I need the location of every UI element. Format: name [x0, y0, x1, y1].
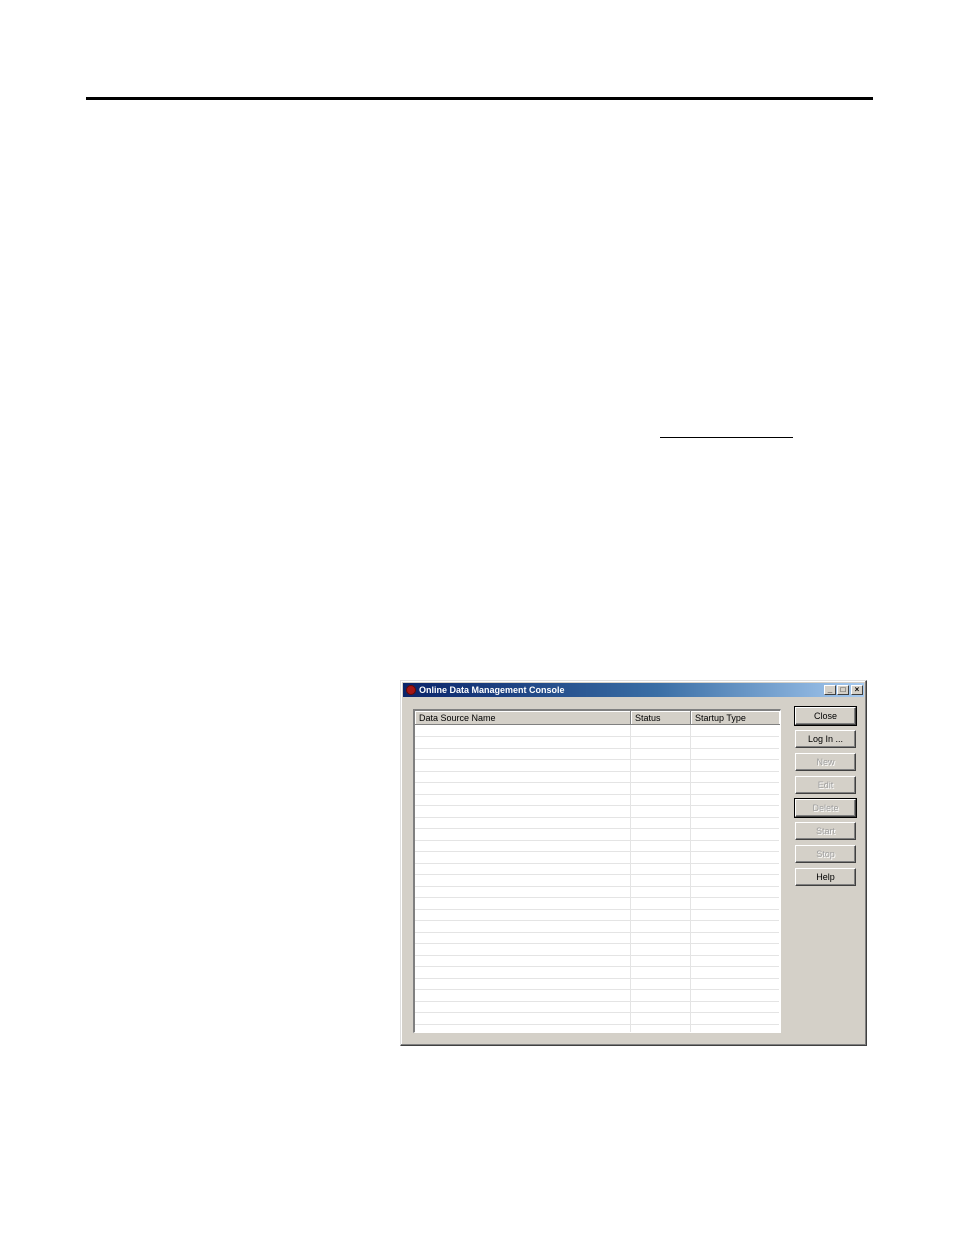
grid-row-line — [415, 862, 779, 864]
grid-row-line — [415, 770, 779, 772]
stop-button[interactable]: Stop — [795, 845, 856, 863]
grid-row-line — [415, 874, 779, 875]
data-source-list[interactable]: Data Source Name Status Startup Type — [413, 709, 781, 1033]
grid-row-line — [415, 736, 779, 737]
app-icon — [406, 685, 416, 695]
help-button[interactable]: Help — [795, 868, 856, 886]
grid-row-line — [415, 966, 779, 967]
list-header: Data Source Name Status Startup Type — [415, 711, 780, 725]
title-bar[interactable]: Online Data Management Console _ □ × — [403, 683, 864, 697]
grid-row-line — [415, 759, 779, 760]
delete-button[interactable]: Delete — [794, 798, 857, 818]
grid-row-line — [415, 1000, 779, 1002]
grid-row-line — [415, 885, 779, 887]
grid-row-line — [415, 1023, 779, 1025]
grid-row-line — [415, 931, 779, 933]
window-title: Online Data Management Console — [419, 685, 565, 695]
login-button[interactable]: Log In ... — [795, 730, 856, 748]
grid-row-line — [415, 920, 779, 921]
grid-row-line — [415, 851, 779, 852]
grid-row-line — [415, 805, 779, 806]
close-button[interactable]: Close — [794, 706, 857, 726]
grid-row-line — [415, 1012, 779, 1013]
grid-row-line — [415, 977, 779, 979]
page-header-rule — [86, 97, 873, 100]
grid-row-line — [415, 747, 779, 749]
column-header-startup-type[interactable]: Startup Type — [691, 711, 780, 725]
grid-row-line — [415, 908, 779, 910]
column-header-data-source-name[interactable]: Data Source Name — [415, 711, 631, 725]
grid-row-line — [415, 782, 779, 783]
grid-row-line — [415, 897, 779, 898]
start-button[interactable]: Start — [795, 822, 856, 840]
grid-row-line — [415, 943, 779, 944]
grid-row-line — [415, 793, 779, 795]
column-header-status[interactable]: Status — [631, 711, 691, 725]
grid-row-line — [415, 989, 779, 990]
grid-row-line — [415, 954, 779, 956]
link-underline — [660, 437, 793, 438]
grid-row-line — [415, 839, 779, 841]
new-button[interactable]: New — [795, 753, 856, 771]
close-window-button[interactable]: × — [851, 685, 863, 695]
minimize-button[interactable]: _ — [824, 685, 836, 695]
edit-button[interactable]: Edit — [795, 776, 856, 794]
maximize-button[interactable]: □ — [837, 685, 849, 695]
grid-row-line — [415, 828, 779, 829]
odm-console-window: Online Data Management Console _ □ × Dat… — [400, 680, 867, 1046]
grid-row-line — [415, 816, 779, 818]
